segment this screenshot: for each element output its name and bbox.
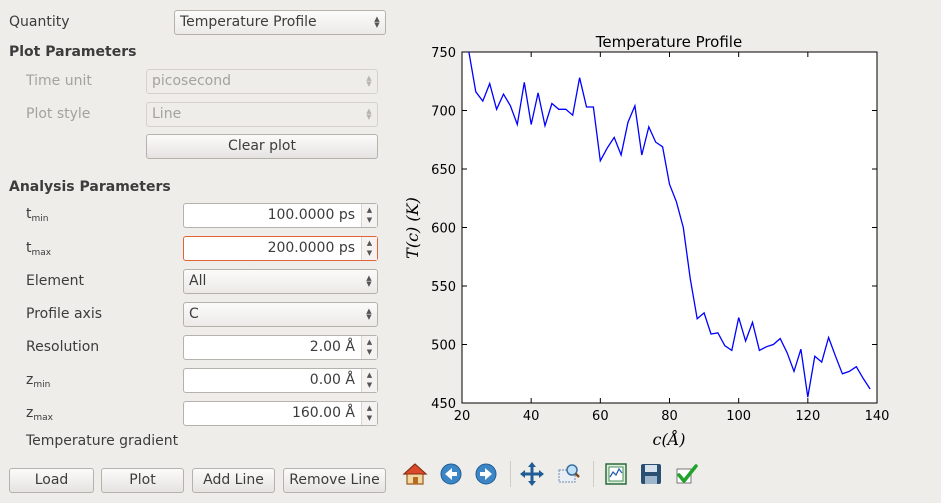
plot-button[interactable]: Plot	[101, 468, 184, 493]
time-unit-value: picosecond	[152, 73, 231, 89]
element-label: Element	[26, 273, 84, 289]
temperature-profile-chart[interactable]: Temperature Profile 450 500 550 600 650 700 75…	[400, 0, 940, 460]
profile-axis-select[interactable]: C ▲ ▼	[183, 302, 378, 327]
y-tick-label: 550	[431, 280, 456, 295]
configure-subplots-icon[interactable]	[603, 461, 629, 487]
resolution-value: 2.00 Å	[309, 339, 355, 355]
toolbar-separator	[510, 461, 511, 487]
element-select[interactable]: All ▲ ▼	[183, 269, 378, 294]
x-tick-label: 20	[454, 409, 471, 424]
plot-parameters-heading: Plot Parameters	[9, 44, 137, 60]
plot-style-label: Plot style	[26, 106, 91, 122]
x-axis-label: c(Å)	[653, 429, 686, 449]
updown-arrow-icon: ▲ ▼	[374, 15, 380, 29]
edit-parameters-icon[interactable]	[673, 461, 699, 487]
quantity-select[interactable]: Temperature Profile ▲ ▼	[174, 10, 386, 35]
save-icon[interactable]	[638, 461, 664, 487]
y-tick-label: 650	[431, 163, 456, 178]
profile-axis-value: C	[189, 306, 199, 322]
plot-style-value: Line	[152, 106, 182, 122]
toolbar-separator	[593, 461, 594, 487]
element-value: All	[189, 273, 207, 289]
clear-plot-button[interactable]: Clear plot	[146, 134, 378, 159]
home-icon[interactable]	[402, 461, 428, 487]
x-tick-label: 60	[592, 409, 609, 424]
clear-plot-label: Clear plot	[228, 138, 296, 154]
spin-arrows-icon[interactable]: ▲ ▼	[361, 336, 377, 359]
load-button[interactable]: Load	[9, 468, 94, 493]
zmin-value: 0.00 Å	[309, 372, 355, 388]
x-tick-label: 80	[661, 409, 678, 424]
remove-line-label: Remove Line	[289, 472, 380, 488]
spin-arrows-icon[interactable]: ▲ ▼	[361, 204, 377, 227]
zmin-spinbox[interactable]: 0.00 Å ▲ ▼	[183, 368, 378, 393]
tmax-label: tmax	[26, 240, 52, 258]
updown-arrow-icon: ▲ ▼	[366, 274, 372, 288]
tmin-value: 100.0000 ps	[267, 207, 355, 223]
spin-arrows-icon[interactable]: ▲ ▼	[361, 237, 377, 260]
chart-title: Temperature Profile	[595, 33, 742, 51]
y-tick-label: 750	[431, 46, 456, 61]
zmax-value: 160.00 Å	[291, 405, 355, 421]
y-tick-label: 600	[431, 222, 456, 237]
zmax-label: zmax	[26, 405, 53, 423]
pan-icon[interactable]	[519, 461, 545, 487]
time-unit-select[interactable]: picosecond ▲ ▼	[146, 69, 378, 94]
forward-icon[interactable]	[473, 461, 499, 487]
y-axis-label: T(c) (K)	[403, 197, 422, 259]
plot-area	[461, 51, 878, 404]
load-label: Load	[34, 472, 69, 488]
analysis-parameters-heading: Analysis Parameters	[9, 179, 171, 195]
y-tick-label: 500	[431, 339, 456, 354]
time-unit-label: Time unit	[26, 73, 92, 89]
tmax-spinbox[interactable]: 200.0000 ps ▲ ▼	[183, 236, 378, 261]
resolution-spinbox[interactable]: 2.00 Å ▲ ▼	[183, 335, 378, 360]
updown-arrow-icon: ▲ ▼	[366, 307, 372, 321]
tmin-spinbox[interactable]: 100.0000 ps ▲ ▼	[183, 203, 378, 228]
updown-arrow-icon: ▲ ▼	[366, 74, 372, 88]
x-tick-label: 120	[795, 409, 820, 424]
x-tick-label: 100	[726, 409, 751, 424]
x-tick-label: 40	[523, 409, 540, 424]
add-line-button[interactable]: Add Line	[192, 468, 275, 493]
back-icon[interactable]	[438, 461, 464, 487]
temperature-gradient-label: Temperature gradient	[26, 433, 179, 449]
y-tick-label: 700	[431, 105, 456, 120]
quantity-select-value: Temperature Profile	[180, 14, 317, 30]
plot-label: Plot	[129, 472, 156, 488]
remove-line-button[interactable]: Remove Line	[283, 468, 386, 493]
profile-axis-label: Profile axis	[26, 306, 103, 322]
spin-arrows-icon[interactable]: ▲ ▼	[361, 369, 377, 392]
y-tick-label: 450	[431, 397, 456, 412]
zoom-icon[interactable]	[556, 461, 582, 487]
quantity-label: Quantity	[9, 14, 70, 30]
zmin-label: zmin	[26, 372, 51, 390]
tmax-value: 200.0000 ps	[267, 240, 355, 256]
zmax-spinbox[interactable]: 160.00 Å ▲ ▼	[183, 401, 378, 426]
updown-arrow-icon: ▲ ▼	[366, 107, 372, 121]
add-line-label: Add Line	[203, 472, 264, 488]
tmin-label: tmin	[26, 206, 49, 224]
plot-style-select[interactable]: Line ▲ ▼	[146, 102, 378, 127]
spin-arrows-icon[interactable]: ▲ ▼	[361, 402, 377, 425]
x-tick-label: 140	[865, 409, 890, 424]
resolution-label: Resolution	[26, 339, 100, 355]
